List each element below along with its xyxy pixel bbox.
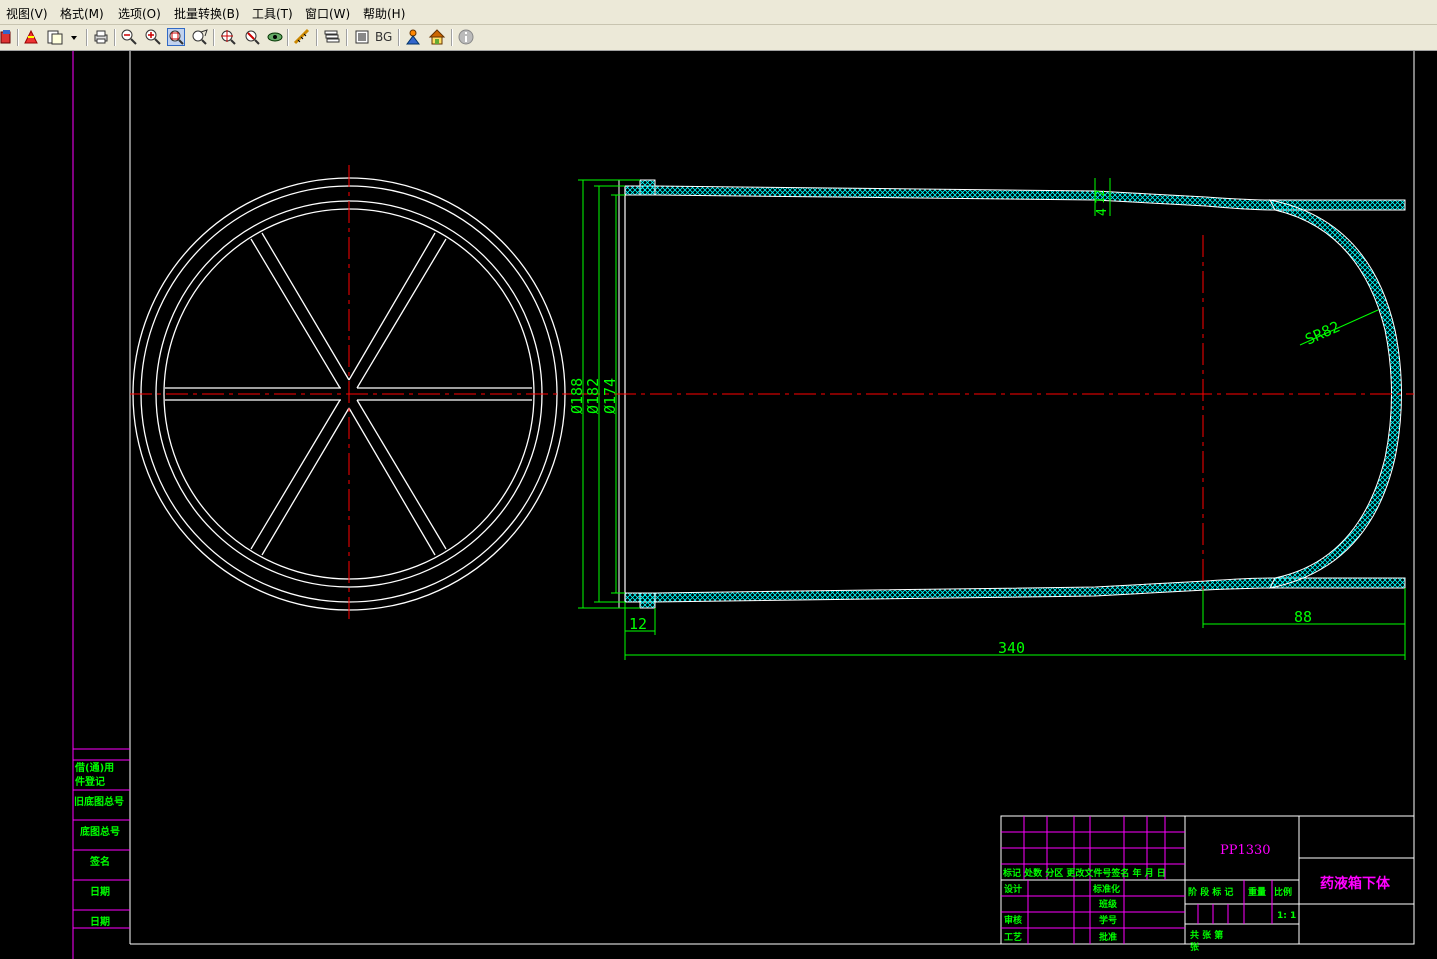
menu-options[interactable]: 选项(O): [118, 5, 161, 22]
tb-part-name: 药液箱下体: [1320, 875, 1391, 892]
toolbar: BG: [0, 25, 1437, 51]
tb-scale-label: 比例: [1274, 886, 1292, 898]
zoom-previous-icon[interactable]: [243, 28, 261, 46]
tb-approved: 批准: [1099, 931, 1117, 943]
menu-view[interactable]: 视图(V): [6, 5, 48, 22]
pdf-icon[interactable]: [22, 28, 40, 46]
side-stamp-table: 借(通)用 件登记 旧底图总号 底图总号 签名 日期 日期: [73, 748, 130, 929]
home-icon[interactable]: [428, 28, 446, 46]
dim-340: 340: [998, 639, 1025, 657]
tb-design: 设计: [1004, 883, 1022, 895]
bg-button[interactable]: BG: [375, 28, 397, 46]
tb-sheet-label2: 张: [1190, 941, 1200, 953]
zoom-out-icon[interactable]: [120, 28, 138, 46]
print-icon[interactable]: [92, 28, 110, 46]
tb-stage-label: 阶 段 标 记: [1188, 886, 1233, 898]
tb-checked: 审核: [1004, 914, 1022, 926]
tb-process: 工艺: [1004, 931, 1022, 943]
menu-tools[interactable]: 工具(T): [252, 5, 293, 22]
open-icon[interactable]: [0, 28, 18, 46]
dim-12-vertical: 12: [1093, 190, 1107, 204]
menu-bar: 视图(V) 格式(M) 选项(O) 批量转换(B) 工具(T) 窗口(W) 帮助…: [0, 0, 1437, 25]
side-row-4: 底图总号: [80, 825, 120, 838]
dropdown-arrow-icon[interactable]: [68, 28, 80, 46]
menu-window[interactable]: 窗口(W): [305, 5, 350, 22]
info-icon[interactable]: [457, 28, 475, 46]
tb-weight-label: 重量: [1248, 886, 1266, 898]
zoom-in-icon[interactable]: [144, 28, 162, 46]
frame-icon[interactable]: [353, 28, 371, 46]
layers-icon[interactable]: [323, 28, 341, 46]
menu-batch-convert[interactable]: 批量转换(B): [174, 5, 240, 22]
side-row-7: 日期: [90, 915, 110, 928]
side-row-2: 件登记: [75, 775, 105, 788]
drawing-canvas[interactable]: Ø188 Ø182 Ø174 4 12 12 88 340 SR82 借(通)用…: [0, 51, 1437, 959]
tb-sheets-label: 共 张 第: [1190, 929, 1223, 941]
side-row-1: 借(通)用: [74, 761, 114, 774]
tb-header-row: 标记 处数 分区 更改文件号签名 年 月 日: [1002, 867, 1166, 879]
zoom-window-icon[interactable]: [167, 28, 185, 46]
end-view-centerlines: [130, 165, 572, 622]
tb-student-no: 学号: [1099, 914, 1117, 926]
side-row-6: 日期: [90, 885, 110, 898]
users-icon[interactable]: [404, 28, 422, 46]
zoom-extents-icon[interactable]: [219, 28, 237, 46]
menu-format[interactable]: 格式(M): [60, 5, 104, 22]
tb-part-number: PP1330: [1220, 843, 1271, 858]
copy-icon[interactable]: [46, 28, 64, 46]
menu-help[interactable]: 帮助(H): [363, 5, 405, 22]
dim-88: 88: [1294, 608, 1312, 626]
side-row-3: 旧底图总号: [74, 795, 124, 808]
dim-4: 4: [1095, 208, 1110, 216]
dim-sr82: SR82: [1302, 318, 1342, 349]
dim-12: 12: [629, 615, 647, 633]
layer-eye-icon[interactable]: [266, 28, 284, 46]
title-block: 标记 处数 分区 更改文件号签名 年 月 日 设计 标准化 班级 审核 学号 工…: [1000, 815, 1415, 953]
side-row-5: 签名: [89, 855, 110, 868]
measure-icon[interactable]: [293, 28, 311, 46]
tb-scale-value: 1: 1: [1277, 911, 1296, 921]
dim-182: Ø182: [584, 378, 602, 414]
tb-class: 班级: [1099, 898, 1118, 910]
dim-174: Ø174: [601, 378, 619, 414]
pan-icon[interactable]: [191, 28, 209, 46]
tb-standardization: 标准化: [1092, 883, 1120, 895]
side-view-centerlines: [578, 235, 1414, 600]
